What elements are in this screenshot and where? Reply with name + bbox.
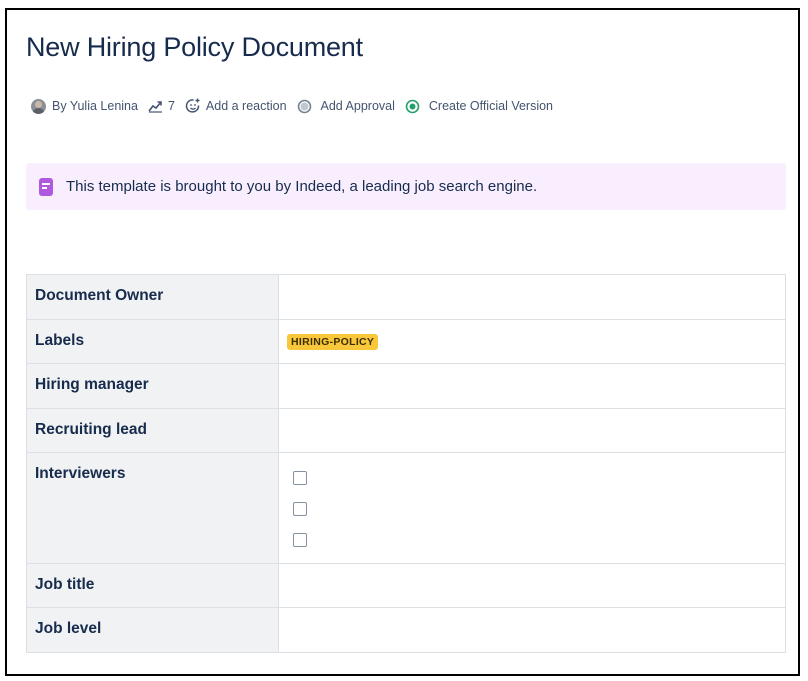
avatar — [31, 98, 46, 114]
row-label: Job level — [35, 620, 102, 637]
add-approval-button[interactable]: Add Approval — [297, 99, 395, 114]
label-tag[interactable]: HIRING-POLICY — [287, 334, 379, 350]
table-row: Job title — [26, 563, 786, 608]
table-row: Job level — [26, 607, 786, 653]
row-label: Interviewers — [35, 465, 126, 482]
page-frame: New Hiring Policy Document By Yulia Leni… — [5, 8, 800, 676]
row-label-cell: Job level — [26, 607, 279, 653]
interviewer-checkbox[interactable] — [293, 471, 307, 485]
approval-status-icon — [297, 99, 312, 114]
row-label-cell: Labels — [26, 319, 279, 364]
note-icon — [39, 177, 53, 196]
document-owner-value[interactable] — [278, 274, 786, 320]
page-title: New Hiring Policy Document — [26, 32, 363, 62]
job-level-value[interactable] — [278, 607, 786, 653]
note-text: This template is brought to you by Indee… — [66, 178, 538, 195]
properties-table: Document Owner Labels HIRING-POLICY Hiri… — [26, 274, 786, 653]
add-reaction-icon — [185, 98, 201, 114]
table-row: Document Owner — [26, 274, 786, 320]
views-count: 7 — [167, 99, 175, 113]
create-official-version-label: Create Official Version — [428, 99, 554, 113]
interviewers-value — [278, 452, 786, 564]
row-label: Labels — [35, 332, 85, 349]
table-row: Hiring manager — [26, 363, 786, 409]
add-approval-label: Add Approval — [320, 99, 395, 113]
create-official-version-button[interactable]: Create Official Version — [405, 99, 553, 114]
add-reaction-label: Add a reaction — [205, 99, 287, 113]
row-label: Recruiting lead — [35, 421, 147, 438]
row-label-cell: Hiring manager — [26, 363, 279, 409]
job-title-value[interactable] — [278, 563, 786, 608]
author-name: By Yulia Lenina — [52, 99, 138, 113]
row-label-cell: Job title — [26, 563, 279, 608]
table-row: Interviewers — [26, 452, 786, 564]
hiring-manager-value[interactable] — [278, 363, 786, 409]
table-row: Labels HIRING-POLICY — [26, 319, 786, 364]
byline-bar: By Yulia Lenina 7 Add a reaction Add App… — [31, 97, 563, 115]
interviewer-checkbox[interactable] — [293, 502, 307, 516]
table-row: Recruiting lead — [26, 408, 786, 453]
row-label: Hiring manager — [35, 376, 149, 393]
note-panel: This template is brought to you by Indee… — [26, 163, 786, 210]
row-label: Document Owner — [35, 287, 164, 304]
author-byline[interactable]: By Yulia Lenina — [31, 98, 138, 114]
official-version-icon — [405, 99, 420, 114]
row-label-cell: Document Owner — [26, 274, 279, 320]
add-reaction-button[interactable]: Add a reaction — [185, 98, 287, 114]
interviewer-checkbox[interactable] — [293, 533, 307, 547]
labels-value: HIRING-POLICY — [278, 319, 786, 364]
recruiting-lead-value[interactable] — [278, 408, 786, 453]
row-label: Job title — [35, 576, 95, 593]
row-label-cell: Recruiting lead — [26, 408, 279, 453]
analytics-icon — [148, 100, 163, 113]
row-label-cell: Interviewers — [26, 452, 279, 564]
page-views[interactable]: 7 — [148, 99, 175, 113]
